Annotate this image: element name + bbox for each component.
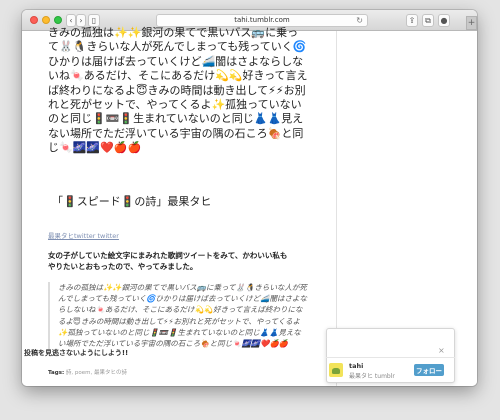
close-icon[interactable]: × (438, 346, 445, 355)
author-link[interactable]: 最果タヒtwitter twitter (48, 232, 119, 240)
tags-line: Tags: 詩, poem, 最果タヒの詩 (48, 368, 127, 376)
zoom-window-button[interactable] (54, 16, 62, 24)
chevron-right-icon: › (79, 16, 83, 25)
blog-subtitle: 最果タヒ tumblr (349, 373, 395, 380)
share-icon: ⇪ (408, 16, 416, 25)
chevron-left-icon: ‹ (69, 16, 73, 25)
popup-divider (326, 357, 455, 358)
post-intro: 女の子がしていた絵文字にまみれた歌詞ツイートをみて、かわいい私もやりたいとおもっ… (48, 251, 288, 271)
url-text: tahi.tumblr.com (234, 16, 290, 24)
blog-name[interactable]: tahi (349, 362, 363, 370)
new-tab-button[interactable]: + (466, 16, 477, 30)
follow-button[interactable]: フォロー (414, 364, 444, 376)
tabs-icon: ⧉ (425, 15, 431, 25)
avatar[interactable] (329, 363, 343, 377)
tabs-button[interactable]: ⧉ (422, 14, 434, 27)
tags-list[interactable]: 詩, poem, 最果タヒの詩 (66, 370, 127, 376)
popup-title: 投稿を見逃さないようにしよう!! (24, 349, 129, 357)
author-links[interactable]: 最果タヒtwitter twitter (48, 230, 119, 240)
plus-icon: + (467, 18, 476, 28)
tags-label: Tags: (48, 370, 65, 376)
sidebar-icon: ▯ (91, 16, 97, 25)
minimize-window-button[interactable] (42, 16, 50, 24)
close-window-button[interactable] (30, 16, 38, 24)
download-icon: ● (440, 16, 448, 25)
reload-icon[interactable]: ↻ (356, 15, 363, 26)
download-button[interactable]: ● (438, 14, 450, 27)
post-body: きみの孤独は✨✨銀河の果てで黒いバス🚌に乗って🐰🐧きらいな人が死んでしまっても残… (48, 26, 308, 155)
blockquote: きみの孤独は✨✨銀河の果てで黒いバス🚌に乗って🐰🐧きらいな人が死んでしまっても残… (48, 282, 308, 350)
post-title: 「🚦スピード🚦の詩」最果タヒ (52, 195, 212, 208)
share-button[interactable]: ⇪ (406, 14, 418, 27)
